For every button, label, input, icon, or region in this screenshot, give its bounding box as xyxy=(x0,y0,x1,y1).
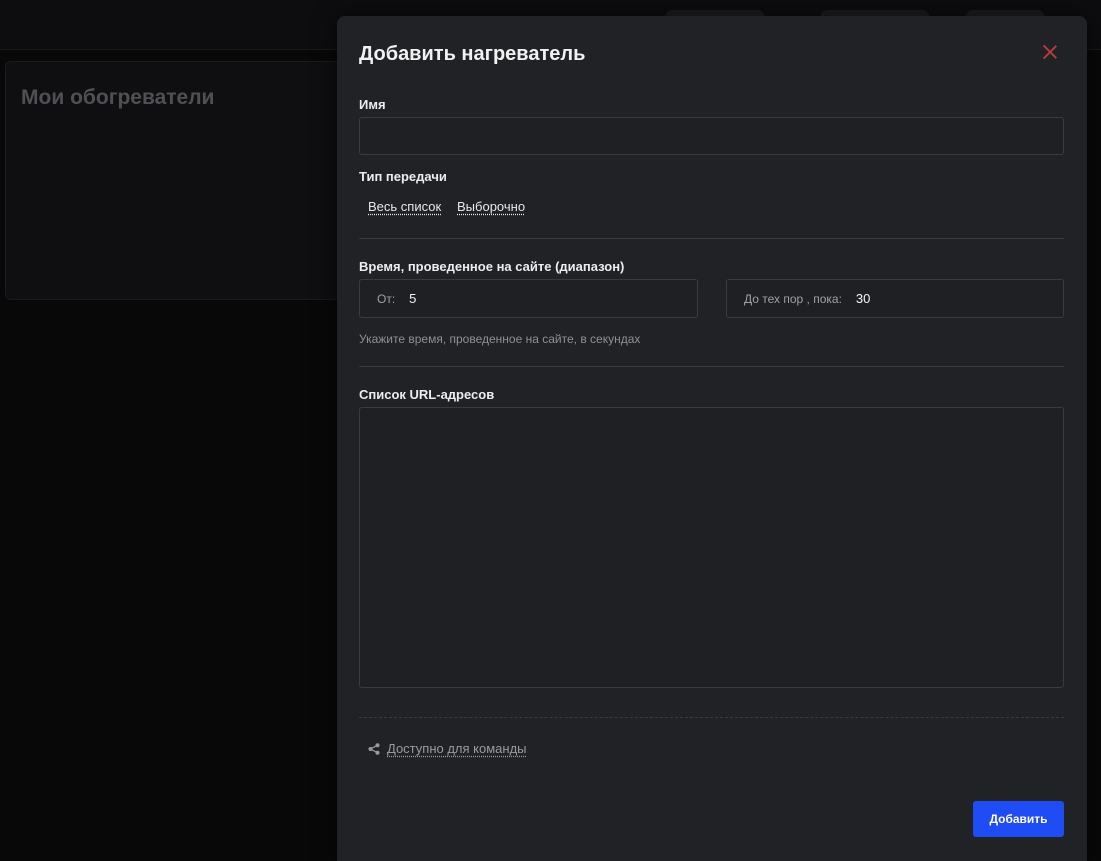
time-range-label: Время, проведенное на сайте (диапазон) xyxy=(359,259,625,274)
time-from-prefix: От: xyxy=(377,291,396,306)
transfer-type-label: Тип передачи xyxy=(359,169,447,184)
time-to-value: 30 xyxy=(855,291,871,306)
name-input[interactable] xyxy=(359,117,1064,155)
add-heater-modal: Добавить нагреватель Имя Тип передачи Ве… xyxy=(337,16,1087,861)
time-from-field[interactable]: От: 5 xyxy=(359,279,698,318)
team-share-toggle[interactable]: Доступно для команды xyxy=(368,741,527,756)
heaters-card-title: Мои обогреватели xyxy=(21,86,215,109)
time-to-field[interactable]: До тех пор , пока: 30 xyxy=(726,279,1064,318)
transfer-option-all[interactable]: Весь список xyxy=(368,199,441,214)
transfer-option-selective[interactable]: Выборочно xyxy=(457,199,525,214)
time-from-value: 5 xyxy=(409,291,417,306)
add-button[interactable]: Добавить xyxy=(973,801,1064,837)
section-divider xyxy=(359,238,1064,239)
close-icon[interactable] xyxy=(1041,43,1059,61)
modal-title: Добавить нагреватель xyxy=(359,43,586,65)
team-share-label: Доступно для команды xyxy=(387,741,527,756)
share-icon xyxy=(368,742,380,755)
time-to-prefix: До тех пор , пока: xyxy=(744,291,842,306)
urls-textarea[interactable] xyxy=(359,407,1064,688)
urls-label: Список URL-адресов xyxy=(359,387,495,402)
section-divider xyxy=(359,366,1064,367)
dashed-divider xyxy=(359,717,1064,718)
name-label: Имя xyxy=(359,97,386,112)
heaters-card: Мои обогреватели xyxy=(5,61,365,300)
time-hint: Укажите время, проведенное на сайте, в с… xyxy=(359,332,641,346)
